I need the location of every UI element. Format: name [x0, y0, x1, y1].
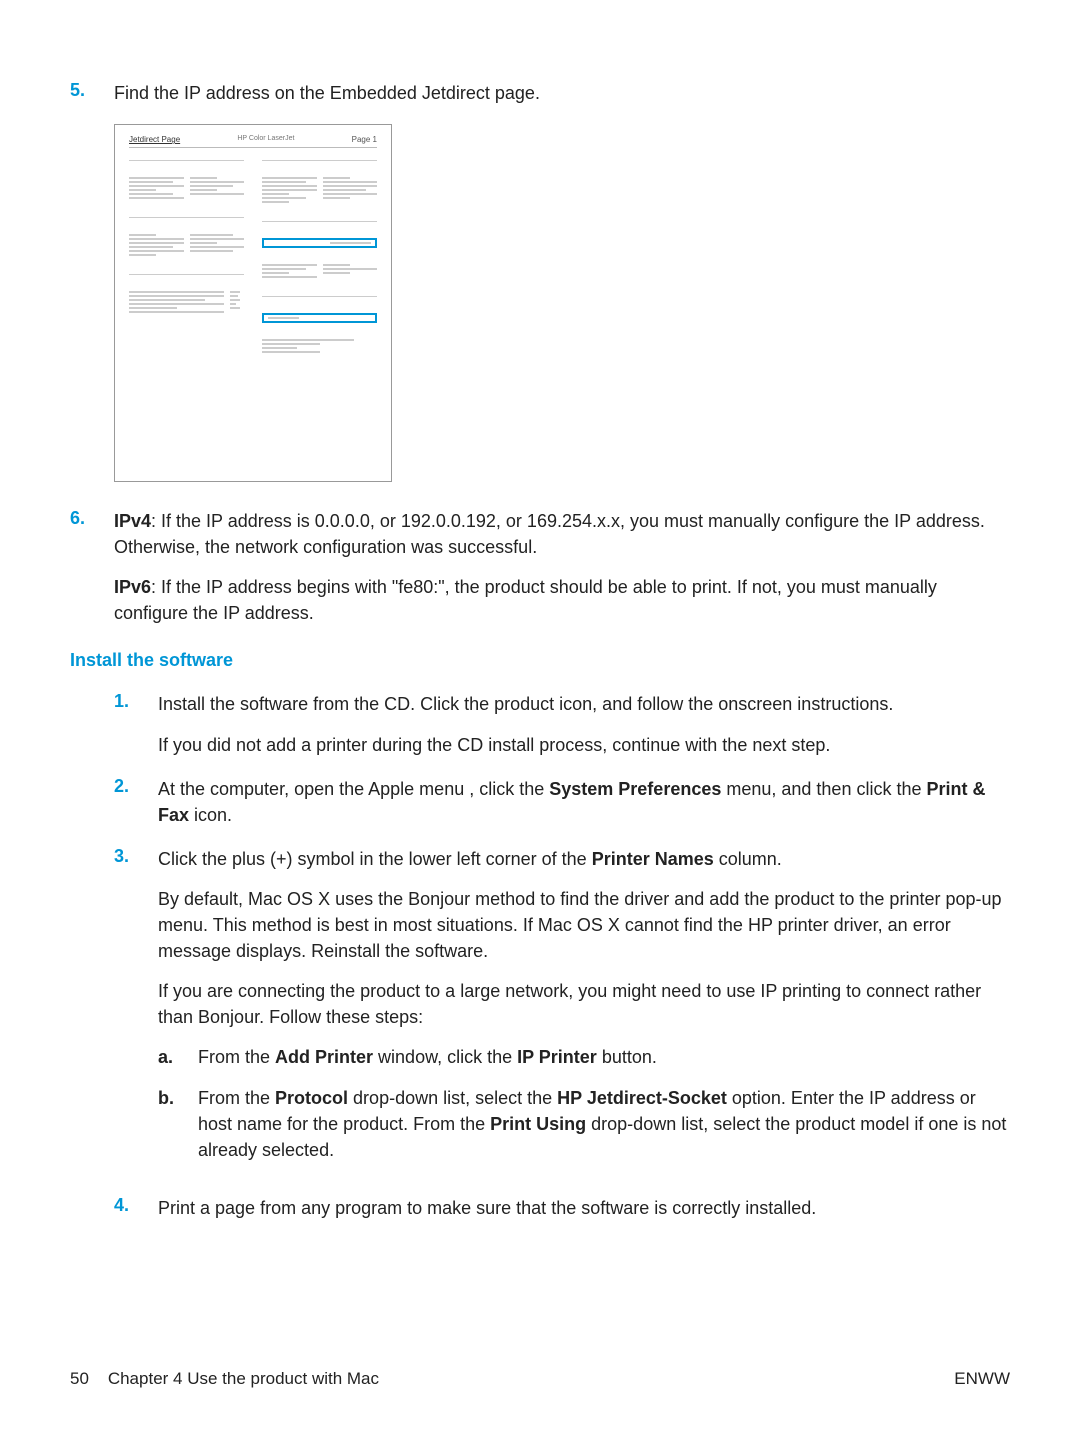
- sub-b-mid: drop-down list, select the: [348, 1088, 557, 1108]
- figure-page-label: Page 1: [352, 135, 377, 144]
- install-step-4-body: Print a page from any program to make su…: [158, 1195, 1010, 1221]
- figure-highlight-1: [262, 238, 377, 248]
- ipv4-text: : If the IP address is 0.0.0.0, or 192.0…: [114, 511, 985, 557]
- ipv6-text: : If the IP address begins with "fe80:",…: [114, 577, 937, 623]
- step-5-body: Find the IP address on the Embedded Jetd…: [114, 80, 1010, 106]
- install-step-number-1: 1.: [114, 691, 158, 757]
- print-using-label: Print Using: [490, 1114, 586, 1134]
- protocol-label: Protocol: [275, 1088, 348, 1108]
- step2-pre: At the computer, open the Apple menu: [158, 779, 469, 799]
- step-number-5: 5.: [70, 80, 114, 106]
- step2-mid2: menu, and then click the: [721, 779, 926, 799]
- substep-a-body: From the Add Printer window, click the I…: [198, 1044, 1010, 1070]
- install-step-4-text: Print a page from any program to make su…: [158, 1195, 1010, 1221]
- install-step-number-2: 2.: [114, 776, 158, 828]
- install-step-3-body: Click the plus (+) symbol in the lower l…: [158, 846, 1010, 1177]
- ipv6-label: IPv6: [114, 577, 151, 597]
- install-step-1-p2: If you did not add a printer during the …: [158, 732, 1010, 758]
- install-step-1-p1: Install the software from the CD. Click …: [158, 691, 1010, 717]
- page-number: 50: [70, 1369, 89, 1388]
- sub-a-mid: window, click the: [373, 1047, 517, 1067]
- figure-body: [129, 156, 377, 357]
- substep-b-body: From the Protocol drop-down list, select…: [198, 1085, 1010, 1163]
- substep-a-num: a.: [158, 1044, 198, 1070]
- system-preferences-label: System Preferences: [549, 779, 721, 799]
- page-footer: 50 Chapter 4 Use the product with Mac EN…: [70, 1369, 1010, 1389]
- step3-post: column.: [714, 849, 782, 869]
- install-software-heading: Install the software: [70, 650, 1010, 671]
- substep-b-num: b.: [158, 1085, 198, 1163]
- footer-brand: ENWW: [954, 1369, 1010, 1389]
- install-step-number-3: 3.: [114, 846, 158, 1177]
- figure-center-label: HP Color LaserJet: [237, 135, 294, 144]
- step3-p3: If you are connecting the product to a l…: [158, 978, 1010, 1030]
- step-6-body: IPv4: If the IP address is 0.0.0.0, or 1…: [114, 508, 1010, 626]
- sub-a-pre: From the: [198, 1047, 275, 1067]
- step3-pre: Click the plus (+) symbol in the lower l…: [158, 849, 592, 869]
- hp-jetdirect-socket-label: HP Jetdirect-Socket: [557, 1088, 727, 1108]
- step2-mid: , click the: [469, 779, 549, 799]
- chapter-label: Chapter 4 Use the product with Mac: [108, 1369, 379, 1388]
- sub-b-pre: From the: [198, 1088, 275, 1108]
- page-content: 5. Find the IP address on the Embedded J…: [70, 80, 1010, 1221]
- figure-highlight-2: [262, 313, 377, 323]
- sub-a-post: button.: [597, 1047, 657, 1067]
- step3-p2: By default, Mac OS X uses the Bonjour me…: [158, 886, 1010, 964]
- install-step-2-body: At the computer, open the Apple menu , c…: [158, 776, 1010, 828]
- ip-printer-label: IP Printer: [517, 1047, 597, 1067]
- printer-names-label: Printer Names: [592, 849, 714, 869]
- step-number-6: 6.: [70, 508, 114, 626]
- jetdirect-figure: Jetdirect Page HP Color LaserJet Page 1: [114, 124, 392, 482]
- step-5-text: Find the IP address on the Embedded Jetd…: [114, 80, 1010, 106]
- install-step-number-4: 4.: [114, 1195, 158, 1221]
- ipv4-label: IPv4: [114, 511, 151, 531]
- step2-post: icon.: [189, 805, 232, 825]
- add-printer-label: Add Printer: [275, 1047, 373, 1067]
- install-step-1-body: Install the software from the CD. Click …: [158, 691, 1010, 757]
- figure-title: Jetdirect Page: [129, 135, 180, 144]
